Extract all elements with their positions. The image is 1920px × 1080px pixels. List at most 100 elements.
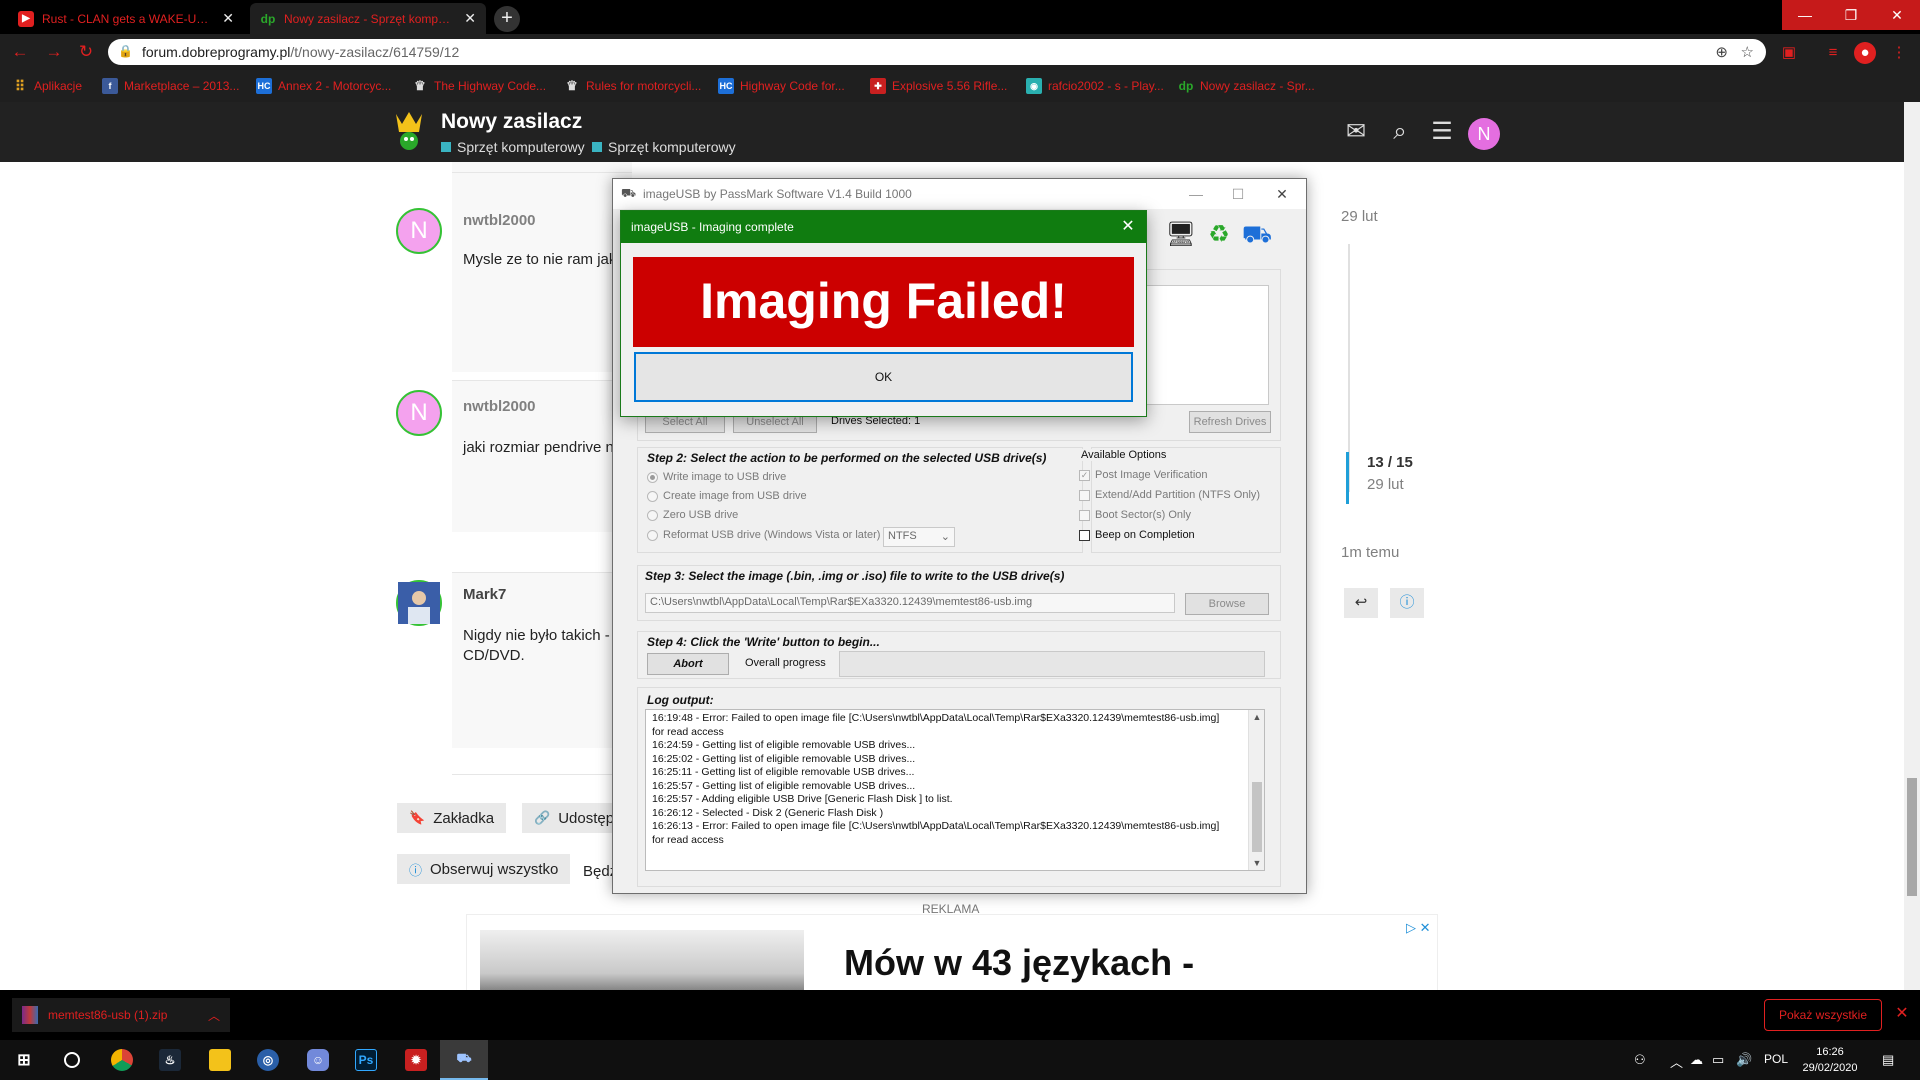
category-badge[interactable]: Sprzęt komputerowy (592, 139, 736, 155)
log-scrollbar[interactable]: ▲ ▼ (1248, 710, 1264, 870)
tab-close-icon[interactable]: ✕ (222, 10, 234, 27)
timeline-start-date[interactable]: 29 lut (1341, 208, 1378, 225)
watch-button[interactable]: ⓘ Obserwuj wszystko (397, 854, 571, 884)
write-image-radio[interactable]: Write image to USB drive (647, 471, 786, 483)
steam-icon[interactable]: ♨ (146, 1040, 194, 1080)
bookmark-item[interactable]: HC Annex 2 - Motorcyc... (256, 76, 391, 96)
language-indicator[interactable]: POL (1764, 1052, 1788, 1066)
reformat-radio[interactable]: Reformat USB drive (Windows Vista or lat… (647, 529, 880, 541)
file-explorer-icon[interactable] (196, 1040, 244, 1080)
abort-button[interactable]: Abort (647, 653, 729, 675)
hamburger-icon[interactable]: ☰ (1428, 118, 1456, 146)
topic-title[interactable]: Nowy zasilacz (441, 110, 582, 134)
show-all-downloads-button[interactable]: Pokaż wszystkie (1764, 999, 1882, 1031)
page-scrollbar-thumb[interactable] (1907, 778, 1917, 896)
restore-icon[interactable]: ❐ (1828, 0, 1874, 30)
url-path: /t/nowy-zasilacz/614759/12 (290, 44, 460, 60)
bookmark-item[interactable]: HC Highway Code for... (718, 76, 845, 96)
tab-youtube[interactable]: ▶ Rust - CLAN gets a WAKE-UP CA ✕ (8, 3, 244, 34)
bookmark-item[interactable]: ♛ The Highway Code... (412, 76, 546, 96)
close-icon[interactable]: ✕ (1116, 215, 1140, 239)
avatar[interactable]: N (396, 390, 442, 436)
zero-drive-radio[interactable]: Zero USB drive (647, 509, 738, 521)
user-avatar[interactable]: N (1468, 118, 1500, 150)
notification-icon[interactable]: ▤ (1882, 1052, 1894, 1068)
menu-kebab-icon[interactable]: ⋮ (1888, 42, 1910, 64)
timeline-end[interactable]: 1m temu (1341, 544, 1399, 561)
image-path-input[interactable]: C:\Users\nwtbl\AppData\Local\Temp\Rar$EX… (645, 593, 1175, 613)
timeline-handle[interactable] (1346, 452, 1349, 504)
tab-close-icon[interactable]: ✕ (464, 10, 476, 27)
search-icon[interactable]: ⌕ (1386, 118, 1414, 146)
discord-icon[interactable]: ☺ (294, 1040, 342, 1080)
avatar[interactable] (396, 580, 442, 626)
category-badge[interactable]: Sprzęt komputerowy (441, 139, 585, 155)
new-tab-button[interactable]: + (494, 6, 520, 32)
bookmark-item[interactable]: ✚ Explosive 5.56 Rifle... (870, 76, 1007, 96)
tab-forum[interactable]: dp Nowy zasilacz - Sprzęt komputer ✕ (250, 3, 486, 34)
filesystem-select[interactable]: NTFS ⌄ (883, 527, 955, 547)
radio-label: Zero USB drive (663, 509, 739, 521)
browse-button[interactable]: Browse (1185, 593, 1269, 615)
maximize-icon[interactable]: ☐ (1223, 183, 1253, 205)
system-clock[interactable]: 16:26 29/02/2020 (1798, 1044, 1862, 1076)
post-username[interactable]: nwtbl2000 (463, 398, 536, 415)
post-verify-checkbox[interactable]: ✓ Post Image Verification (1079, 469, 1208, 481)
envelope-icon[interactable]: ✉ (1342, 118, 1370, 146)
post-username[interactable]: nwtbl2000 (463, 212, 536, 229)
post-username[interactable]: Mark7 (463, 586, 506, 603)
reload-icon[interactable]: ↻ (76, 42, 96, 62)
game-app-icon[interactable]: ✹ (392, 1040, 440, 1080)
battery-icon[interactable]: ▭ (1712, 1052, 1724, 1068)
close-download-bar-icon[interactable]: ✕ (1892, 1004, 1912, 1024)
onedrive-icon[interactable]: ☁ (1690, 1052, 1703, 1068)
bookmark-item[interactable]: ⠿ Aplikacje (12, 76, 82, 96)
ok-button[interactable]: OK (634, 352, 1133, 402)
bookmark-item[interactable]: dp Nowy zasilacz - Spr... (1178, 76, 1315, 96)
bookmark-item[interactable]: ◉ rafcio2002 - s - Play... (1026, 76, 1164, 96)
boot-sector-checkbox[interactable]: Boot Sector(s) Only (1079, 509, 1191, 521)
close-window-icon[interactable]: ✕ (1874, 0, 1920, 30)
scroll-up-icon[interactable]: ▲ (1251, 712, 1263, 722)
chevron-up-icon[interactable]: ︿ (208, 1007, 220, 1024)
download-item[interactable]: memtest86-usb (1).zip ︿ (12, 998, 230, 1032)
chevron-up-icon[interactable]: ︿ (1670, 1052, 1683, 1071)
minimize-icon[interactable]: — (1181, 183, 1211, 205)
extend-partition-checkbox[interactable]: Extend/Add Partition (NTFS Only) (1079, 489, 1260, 501)
share-button[interactable]: 🔗 Udostęp (522, 803, 614, 833)
chrome-icon[interactable] (98, 1040, 146, 1080)
refresh-drives-button[interactable]: Refresh Drives (1189, 411, 1271, 433)
playlist-icon[interactable]: ≡ (1822, 42, 1844, 64)
forward-icon[interactable]: → (44, 42, 64, 62)
beep-checkbox[interactable]: Beep on Completion (1079, 529, 1195, 541)
minimize-icon[interactable]: — (1782, 0, 1828, 30)
bookmark-button[interactable]: 🔖 Zakładka (397, 803, 507, 833)
log-scrollbar-thumb[interactable] (1252, 782, 1262, 852)
address-bar[interactable]: 🔒 forum.dobreprogramy.pl/t/nowy-zasilacz… (108, 39, 1766, 65)
log-output[interactable]: 16:19:48 - Error: Failed to open image f… (645, 709, 1265, 871)
extension-icon[interactable]: ▣ (1778, 42, 1800, 64)
info-icon[interactable]: ⓘ (1390, 588, 1424, 618)
volume-icon[interactable]: 🔊 (1736, 1052, 1752, 1068)
create-image-radio[interactable]: Create image from USB drive (647, 490, 807, 502)
scroll-down-icon[interactable]: ▼ (1251, 858, 1263, 868)
install-icon[interactable]: ⊕ (1715, 43, 1728, 61)
ad-choices-icon[interactable]: ▷ ✕ (1406, 920, 1431, 936)
people-icon[interactable]: ⚇ (1634, 1052, 1646, 1068)
bookmark-item[interactable]: f Marketplace – 2013... (102, 76, 239, 96)
drive-list[interactable] (1145, 285, 1269, 405)
star-icon[interactable]: ☆ (1741, 43, 1754, 61)
photoshop-icon[interactable]: Ps (342, 1040, 390, 1080)
search-circle-icon[interactable] (48, 1040, 96, 1080)
imageusb-taskbar-icon[interactable]: ⛟ (440, 1040, 488, 1080)
profile-icon[interactable]: ● (1854, 42, 1876, 64)
reply-icon[interactable]: ↩ (1344, 588, 1378, 618)
avatar[interactable]: N (396, 208, 442, 254)
ad-headline[interactable]: Mów w 43 językach - (844, 942, 1194, 984)
site-logo[interactable] (394, 110, 424, 152)
close-icon[interactable]: ✕ (1267, 183, 1297, 205)
teamspeak-icon[interactable]: ◎ (244, 1040, 292, 1080)
bookmark-item[interactable]: ♛ Rules for motorcycli... (564, 76, 701, 96)
start-windows-icon[interactable]: ⊞ (0, 1040, 48, 1080)
back-icon[interactable]: ← (10, 42, 30, 62)
